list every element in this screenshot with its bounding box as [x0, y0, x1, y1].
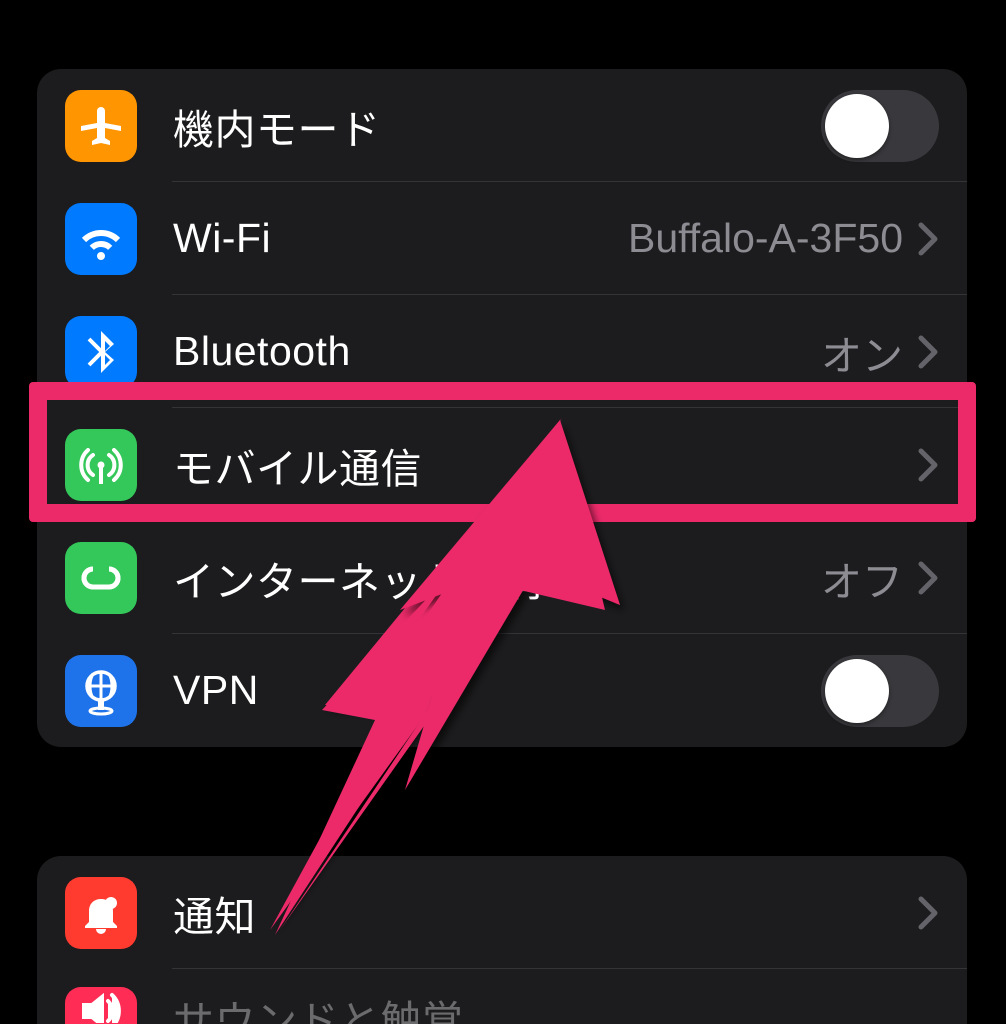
notifications-icon	[65, 877, 137, 949]
value-hotspot: オフ	[821, 548, 903, 608]
airplane-icon	[65, 90, 137, 162]
chevron-icon	[917, 447, 939, 483]
toggle-vpn[interactable]	[821, 655, 939, 727]
value-bluetooth: オン	[821, 322, 903, 382]
chevron-icon	[917, 560, 939, 596]
label-sounds: サウンドと触覚	[173, 987, 939, 1024]
value-wifi: Buffalo-A-3F50	[628, 215, 903, 262]
wifi-icon	[65, 203, 137, 275]
label-notifications: 通知	[173, 883, 917, 943]
hotspot-icon	[65, 542, 137, 614]
row-cellular[interactable]: モバイル通信	[37, 408, 967, 521]
label-bluetooth: Bluetooth	[173, 328, 821, 375]
label-hotspot: インターネット共有	[173, 548, 821, 608]
chevron-icon	[917, 334, 939, 370]
label-vpn: VPN	[173, 667, 821, 714]
label-wifi: Wi-Fi	[173, 215, 628, 262]
label-cellular: モバイル通信	[173, 435, 917, 495]
vpn-icon	[65, 655, 137, 727]
row-notifications[interactable]: 通知	[37, 856, 967, 969]
settings-group-connectivity: 機内モード Wi-Fi Buffalo-A-3F50 Bluetooth オン	[37, 69, 967, 747]
row-wifi[interactable]: Wi-Fi Buffalo-A-3F50	[37, 182, 967, 295]
settings-screen: 機内モード Wi-Fi Buffalo-A-3F50 Bluetooth オン	[0, 0, 1006, 1024]
row-hotspot[interactable]: インターネット共有 オフ	[37, 521, 967, 634]
row-bluetooth[interactable]: Bluetooth オン	[37, 295, 967, 408]
settings-group-notifications: 通知 サウンドと触覚	[37, 856, 967, 1024]
toggle-airplane-mode[interactable]	[821, 90, 939, 162]
label-airplane-mode: 機内モード	[173, 96, 821, 156]
row-vpn[interactable]: VPN	[37, 634, 967, 747]
row-sounds[interactable]: サウンドと触覚	[37, 969, 967, 1024]
chevron-icon	[917, 221, 939, 257]
cellular-icon	[65, 429, 137, 501]
row-airplane-mode[interactable]: 機内モード	[37, 69, 967, 182]
sounds-icon	[65, 987, 137, 1024]
chevron-icon	[917, 895, 939, 931]
bluetooth-icon	[65, 316, 137, 388]
